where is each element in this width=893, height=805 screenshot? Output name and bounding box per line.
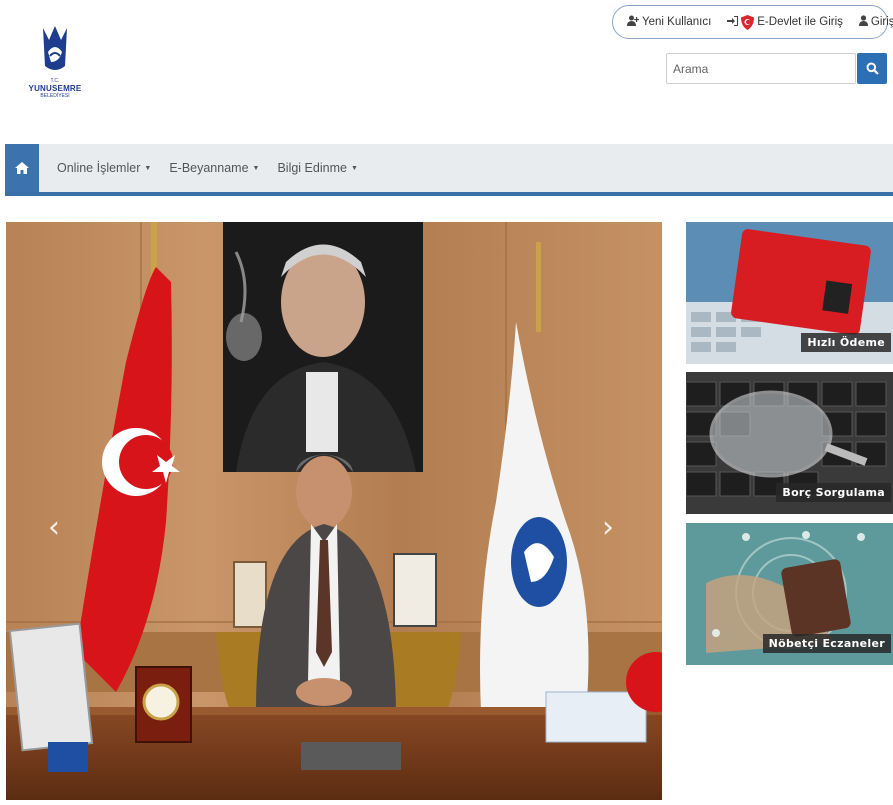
home-button[interactable]: [5, 144, 39, 192]
top-links-bar: Yeni Kullanıcı E-Devlet ile Giriş Giriş: [612, 5, 893, 39]
search-button[interactable]: [857, 53, 887, 84]
yunusemre-emblem-icon: [43, 26, 67, 70]
slider-prev-arrow[interactable]: ‹: [48, 510, 60, 545]
tile-nobetci-eczaneler-label: Nöbetçi Eczaneler: [762, 634, 891, 653]
nav-e-beyanname-label: E-Beyanname: [169, 161, 249, 175]
tile-hizli-odeme[interactable]: Hızlı Ödeme: [686, 222, 893, 364]
caret-down-icon: ▼: [144, 164, 152, 172]
nav-online-islemler-label: Online İşlemler: [57, 161, 141, 175]
caret-down-icon: ▼: [350, 164, 358, 172]
sign-in-icon: [727, 15, 739, 29]
home-icon: [15, 162, 29, 174]
main-navbar: Online İşlemler ▼ E-Beyanname ▼ Bilgi Ed…: [5, 144, 893, 196]
edevlet-label: E-Devlet ile Giriş: [757, 16, 843, 28]
nav-bilgi-edinme-label: Bilgi Edinme: [277, 161, 347, 175]
new-user-link[interactable]: Yeni Kullanıcı: [627, 15, 711, 29]
login-link[interactable]: Giriş: [858, 15, 893, 29]
edevlet-shield-icon: [741, 14, 755, 30]
nav-online-islemler[interactable]: Online İşlemler ▼: [57, 161, 151, 175]
nav-e-beyanname[interactable]: E-Beyanname ▼: [169, 161, 259, 175]
login-label: Giriş: [870, 16, 893, 28]
tile-borc-sorgulama[interactable]: Borç Sorgulama: [686, 372, 893, 514]
mayor-office-photo: [6, 222, 662, 800]
logo-name: YUNUSEMRE: [28, 84, 82, 93]
user-icon: [858, 15, 868, 29]
tile-nobetci-eczaneler[interactable]: Nöbetçi Eczaneler: [686, 523, 893, 665]
logo-sub: BELEDİYESİ: [40, 93, 70, 99]
edevlet-login-link[interactable]: E-Devlet ile Giriş: [727, 14, 843, 30]
search-icon: [866, 62, 879, 75]
new-user-label: Yeni Kullanıcı: [642, 16, 712, 28]
tile-hizli-odeme-label: Hızlı Ödeme: [801, 333, 891, 352]
tile-borc-sorgulama-label: Borç Sorgulama: [776, 483, 891, 502]
hero-slider[interactable]: ‹ ›: [6, 222, 662, 800]
slider-next-arrow[interactable]: ›: [602, 510, 614, 545]
caret-down-icon: ▼: [252, 164, 260, 172]
search-input[interactable]: [666, 53, 856, 84]
site-logo[interactable]: T.C. YUNUSEMRE BELEDİYESİ: [20, 22, 90, 112]
add-user-icon: [627, 15, 640, 29]
nav-bilgi-edinme[interactable]: Bilgi Edinme ▼: [277, 161, 357, 175]
